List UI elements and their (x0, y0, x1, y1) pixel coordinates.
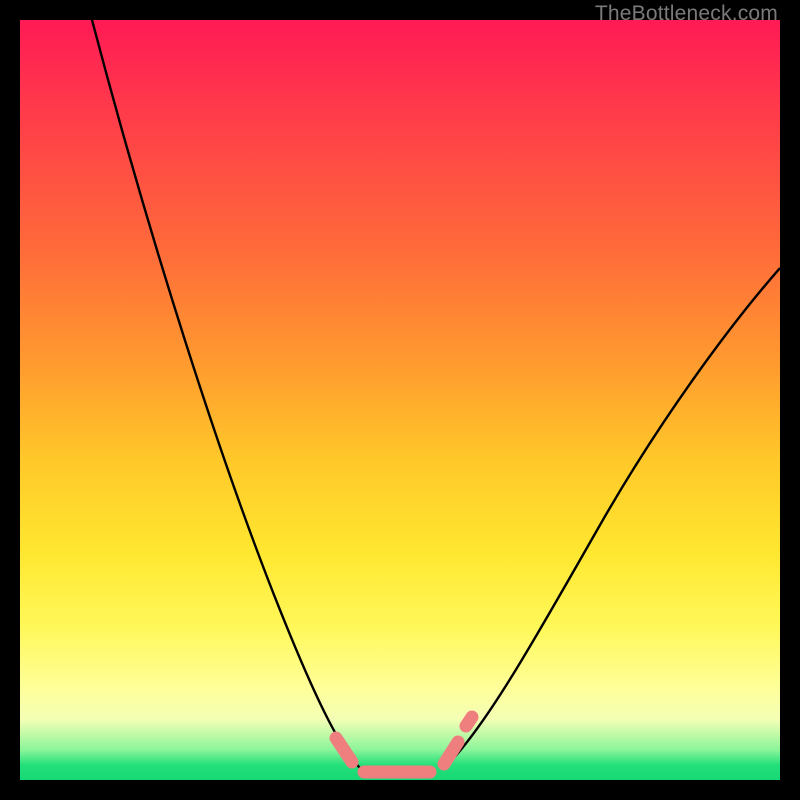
right-curve (450, 268, 780, 762)
watermark-text: TheBottleneck.com (595, 2, 778, 26)
trough-marker (336, 717, 472, 772)
chart-frame: TheBottleneck.com (0, 0, 800, 800)
chart-plot-area (20, 20, 780, 780)
left-curve (92, 20, 360, 768)
chart-lines (20, 20, 780, 780)
